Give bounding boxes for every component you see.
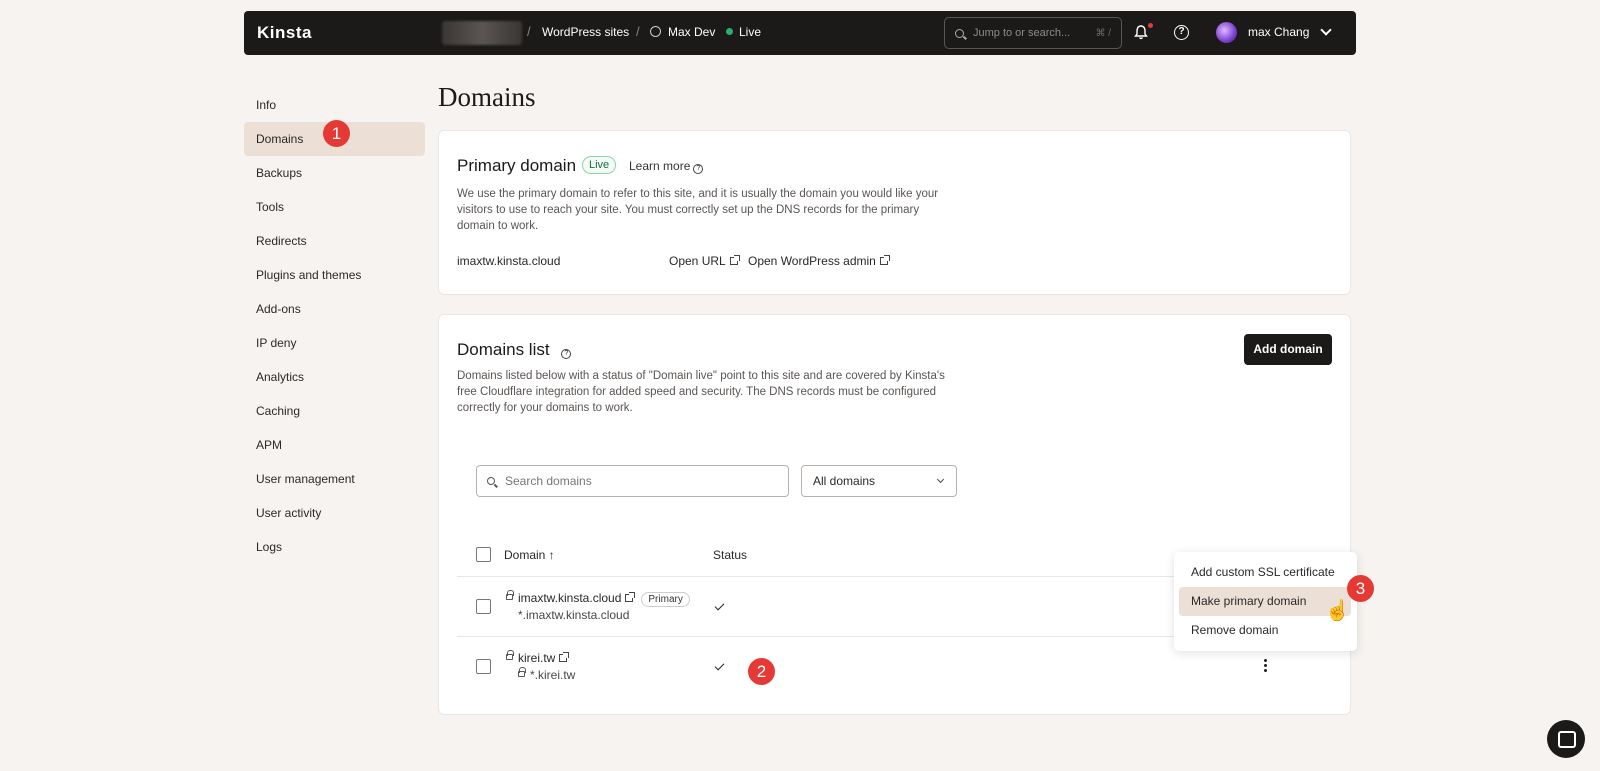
external-link-icon[interactable]	[625, 592, 636, 602]
live-dot-icon	[726, 28, 733, 35]
domains-list-heading: Domains list ?	[457, 340, 572, 360]
sidebar-item-redirects[interactable]: Redirects	[244, 224, 425, 258]
row-divider	[457, 576, 1197, 577]
domain-name[interactable]: imaxtw.kinsta.cloud	[518, 591, 621, 605]
search-icon	[955, 28, 964, 38]
breadcrumb-separator: /	[636, 24, 640, 39]
row-checkbox[interactable]	[476, 659, 491, 674]
sidebar-item-user-activity[interactable]: User activity	[244, 496, 425, 530]
page-title: Domains	[438, 82, 536, 112]
chevron-down-icon	[936, 475, 945, 484]
avatar[interactable]	[1216, 22, 1237, 43]
live-badge: Live	[582, 156, 617, 174]
help-icon[interactable]: ?	[1174, 25, 1189, 40]
lock-icon	[506, 650, 514, 660]
sidebar-item-info[interactable]: Info	[244, 88, 425, 122]
sidebar-item-backups[interactable]: Backups	[244, 156, 425, 190]
learn-more-label: Learn more	[629, 159, 691, 173]
global-search[interactable]: Jump to or search... ⌘ /	[944, 17, 1122, 49]
wildcard-domain-label: *.kirei.tw	[530, 668, 576, 682]
notification-dot-icon	[1148, 23, 1153, 28]
row-checkbox[interactable]	[476, 599, 491, 614]
domain-filter-value: All domains	[813, 474, 876, 488]
wildcard-domain: *.imaxtw.kinsta.cloud	[518, 608, 630, 622]
step-marker-3: 3	[1347, 575, 1374, 602]
sidebar-item-ip-deny[interactable]: IP deny	[244, 326, 425, 360]
external-link-icon	[879, 255, 890, 265]
sidebar-item-analytics[interactable]: Analytics	[244, 360, 425, 394]
environment-status-label: Live	[739, 25, 762, 39]
column-header-status: Status	[713, 548, 748, 562]
chat-support-icon[interactable]	[1547, 720, 1585, 758]
row-divider	[457, 636, 1197, 637]
sidebar-item-apm[interactable]: APM	[244, 428, 425, 462]
external-link-icon[interactable]	[559, 652, 570, 662]
bell-icon[interactable]	[1134, 25, 1148, 40]
global-search-placeholder: Jump to or search...	[973, 27, 1071, 39]
add-domain-button[interactable]: Add domain	[1244, 334, 1332, 365]
wordpress-icon	[650, 26, 661, 37]
blurred-company-name[interactable]	[442, 21, 522, 45]
top-bar: Kinsta / WordPress sites / Max Dev Live …	[244, 11, 1356, 55]
domain-filter-select[interactable]: All domains	[801, 465, 957, 497]
breadcrumb-wordpress-sites[interactable]: WordPress sites	[542, 25, 629, 39]
primary-domain-description: We use the primary domain to refer to th…	[457, 188, 939, 232]
select-all-checkbox[interactable]	[476, 547, 491, 562]
sidebar-item-add-ons[interactable]: Add-ons	[244, 292, 425, 326]
username[interactable]: max Chang	[1248, 25, 1309, 39]
help-circle-icon[interactable]: ?	[561, 349, 572, 359]
table-row-domain: kirei.tw	[506, 650, 570, 665]
menu-item-add-ssl[interactable]: Add custom SSL certificate	[1179, 558, 1351, 587]
breadcrumb-site-label: Max Dev	[668, 25, 716, 39]
external-link-icon	[729, 255, 740, 265]
wildcard-domain: *.kirei.tw	[518, 667, 576, 682]
open-wp-admin-label: Open WordPress admin	[748, 254, 876, 268]
domains-list-card: Domains list ? Add domain Domains listed…	[438, 314, 1351, 715]
sidebar-item-logs[interactable]: Logs	[244, 530, 425, 564]
domains-list-heading-label: Domains list	[457, 340, 550, 359]
kinsta-logo[interactable]: Kinsta	[257, 23, 312, 43]
keyboard-shortcut: ⌘ /	[1095, 27, 1111, 39]
chevron-down-icon[interactable]	[1320, 24, 1332, 36]
sidebar-item-caching[interactable]: Caching	[244, 394, 425, 428]
step-marker-2: 2	[748, 658, 775, 685]
sidebar-item-user-management[interactable]: User management	[244, 462, 425, 496]
check-icon	[714, 660, 725, 671]
hand-cursor-icon: ☝	[1325, 600, 1350, 622]
step-marker-1: 1	[323, 120, 350, 147]
primary-domain-value: imaxtw.kinsta.cloud	[457, 254, 561, 268]
sidebar-nav: Info Domains Backups Tools Redirects Plu…	[244, 88, 425, 564]
lock-icon	[506, 590, 514, 600]
environment-status[interactable]: Live	[726, 25, 761, 39]
breadcrumb-site[interactable]: Max Dev	[650, 25, 715, 39]
domains-list-description: Domains listed below with a status of "D…	[457, 370, 945, 414]
primary-tag: Primary	[641, 592, 690, 607]
search-domains-field[interactable]	[476, 465, 789, 497]
check-icon	[714, 600, 725, 611]
open-wp-admin-link[interactable]: Open WordPress admin	[748, 254, 890, 268]
sidebar-item-plugins-themes[interactable]: Plugins and themes	[244, 258, 425, 292]
search-icon	[487, 477, 495, 485]
lock-icon	[518, 667, 526, 677]
open-url-label: Open URL	[669, 254, 726, 268]
open-url-link[interactable]: Open URL	[669, 254, 740, 268]
breadcrumb-separator: /	[527, 24, 531, 39]
table-row-domain: imaxtw.kinsta.cloud Primary	[506, 590, 690, 607]
primary-domain-card: Primary domain Live Learn more? We use t…	[438, 130, 1351, 295]
row-actions-kebab-icon[interactable]	[1264, 659, 1267, 674]
help-circle-icon: ?	[693, 164, 704, 174]
column-header-domain[interactable]: Domain ↑	[504, 548, 555, 562]
primary-domain-heading: Primary domain	[457, 156, 577, 175]
search-domains-input[interactable]	[505, 474, 778, 488]
sidebar-item-tools[interactable]: Tools	[244, 190, 425, 224]
domain-name[interactable]: kirei.tw	[518, 651, 555, 665]
learn-more-link[interactable]: Learn more?	[629, 159, 704, 174]
